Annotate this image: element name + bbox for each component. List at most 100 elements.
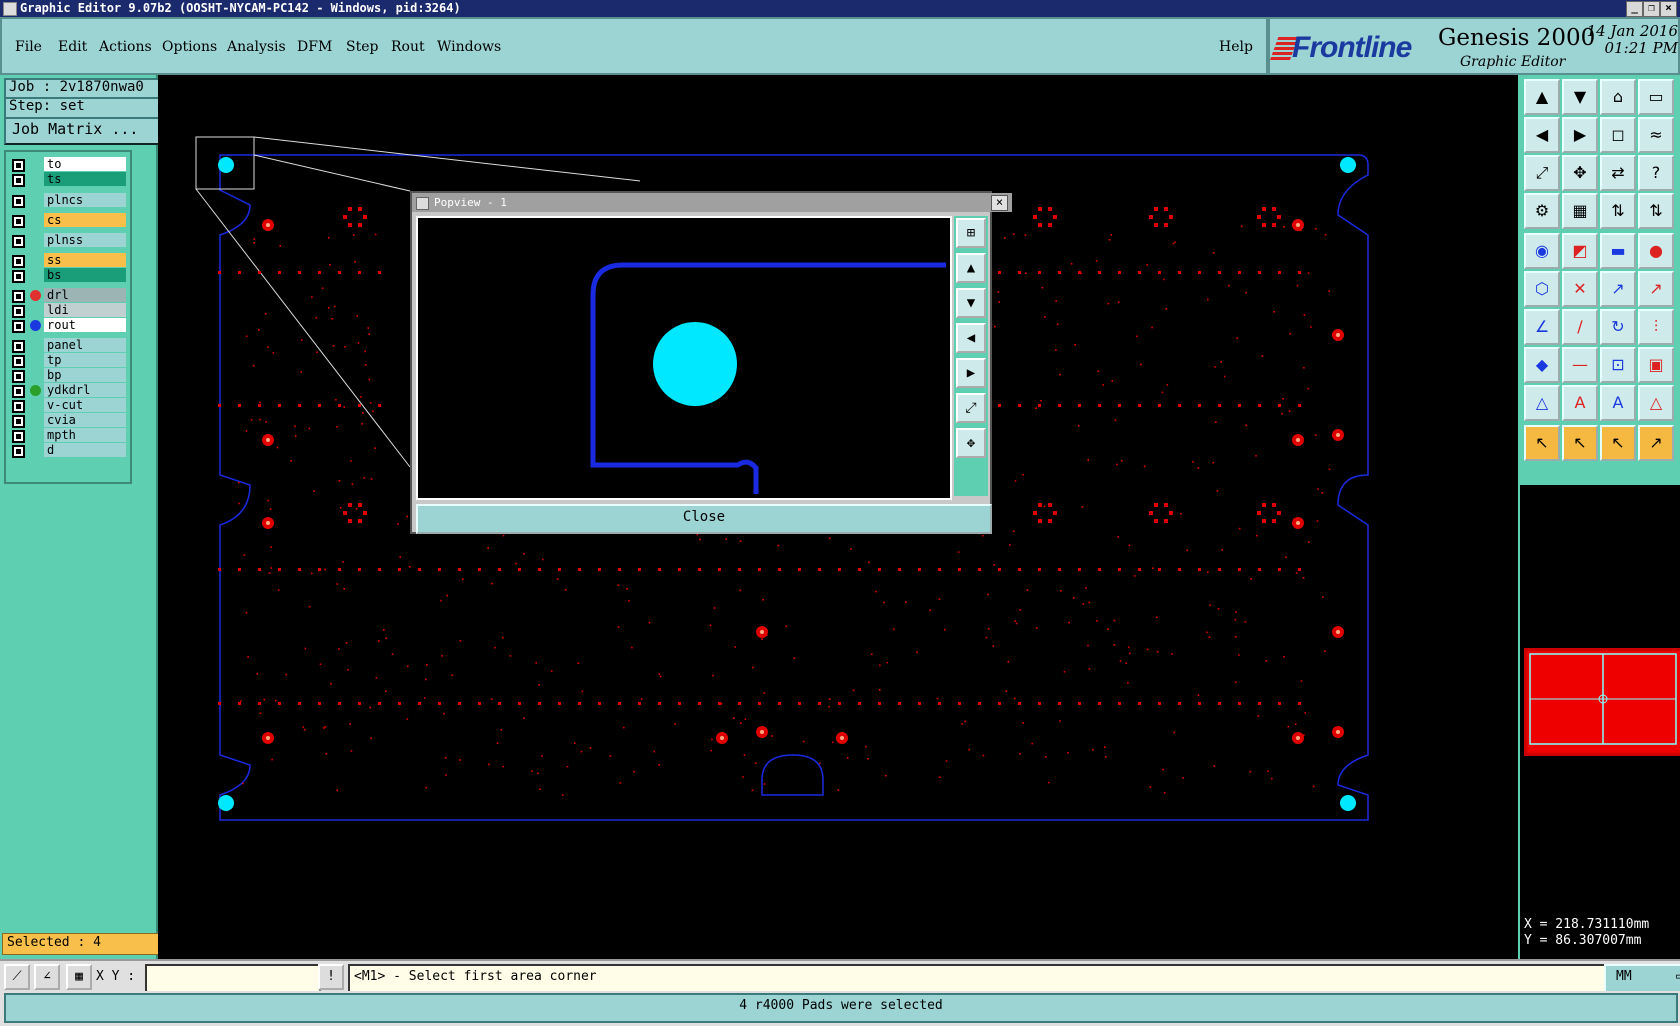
alert-icon[interactable]: ! bbox=[318, 964, 344, 990]
layer-row-plncs[interactable]: plncs bbox=[8, 193, 126, 208]
tool-button[interactable]: ↖ bbox=[1524, 425, 1560, 461]
tool-button[interactable]: ∠ bbox=[1524, 309, 1560, 345]
tool-button[interactable]: ⬡ bbox=[1524, 271, 1560, 307]
layer-checkbox[interactable] bbox=[12, 385, 25, 398]
menu-dfm[interactable]: DFM bbox=[297, 39, 332, 55]
tool-button[interactable]: ▶ bbox=[1562, 117, 1598, 153]
tool-button[interactable]: ▣ bbox=[1638, 347, 1674, 383]
tool-button[interactable]: ↗ bbox=[1600, 271, 1636, 307]
menu-edit[interactable]: Edit bbox=[58, 39, 87, 55]
units-select[interactable]: MM ▭ bbox=[1604, 964, 1680, 994]
layer-checkbox[interactable] bbox=[12, 355, 25, 368]
layer-checkbox[interactable] bbox=[12, 255, 25, 268]
pop-pan-up-icon[interactable]: ▲ bbox=[956, 253, 986, 283]
pop-zoom-icon[interactable]: ⊞ bbox=[956, 218, 986, 248]
layer-row-bs[interactable]: bs bbox=[8, 268, 126, 283]
layer-row-ts[interactable]: ts bbox=[8, 172, 126, 187]
tool-button[interactable]: △ bbox=[1638, 385, 1674, 421]
layer-row-mpth[interactable]: mpth bbox=[8, 428, 126, 443]
layer-row-cs[interactable]: cs bbox=[8, 213, 126, 228]
menu-rout[interactable]: Rout bbox=[391, 39, 425, 55]
tool-button[interactable]: ⤢ bbox=[1524, 155, 1560, 191]
layer-checkbox[interactable] bbox=[12, 340, 25, 353]
tool-button[interactable]: ▼ bbox=[1562, 79, 1598, 115]
menu-windows[interactable]: Windows bbox=[437, 39, 501, 55]
pop-fit-icon[interactable]: ✥ bbox=[956, 428, 986, 458]
tool-button[interactable]: △ bbox=[1524, 385, 1560, 421]
tool-button[interactable]: ◆ bbox=[1524, 347, 1560, 383]
tool-button[interactable]: ▲ bbox=[1524, 79, 1560, 115]
layer-checkbox[interactable] bbox=[12, 215, 25, 228]
pop-pan-right-icon[interactable]: ▶ bbox=[956, 358, 986, 388]
layer-checkbox[interactable] bbox=[12, 305, 25, 318]
tool-button[interactable]: ⫶ bbox=[1638, 309, 1674, 345]
menu-file[interactable]: File bbox=[15, 39, 42, 55]
restore-icon[interactable]: ❐ bbox=[1643, 1, 1660, 17]
layer-row-panel[interactable]: panel bbox=[8, 338, 126, 353]
tool-button[interactable]: ✕ bbox=[1562, 271, 1598, 307]
layer-row-rout[interactable]: rout bbox=[8, 318, 126, 333]
tool-button[interactable]: ✥ bbox=[1562, 155, 1598, 191]
tool-button[interactable]: ∕ bbox=[1562, 309, 1598, 345]
tool-button[interactable]: ↗ bbox=[1638, 271, 1674, 307]
pop-zoom-out-icon[interactable]: ⤢ bbox=[956, 393, 986, 423]
layer-checkbox[interactable] bbox=[12, 400, 25, 413]
layer-checkbox[interactable] bbox=[12, 430, 25, 443]
layer-checkbox[interactable] bbox=[12, 270, 25, 283]
tool-button[interactable]: A bbox=[1600, 385, 1636, 421]
tool-button[interactable]: — bbox=[1562, 347, 1598, 383]
tool-button[interactable]: ◩ bbox=[1562, 233, 1598, 269]
menu-step[interactable]: Step bbox=[346, 39, 378, 55]
job-matrix-button[interactable]: Job Matrix ... bbox=[4, 117, 163, 145]
tool-button[interactable]: ↗ bbox=[1638, 425, 1674, 461]
tool-button[interactable]: ● bbox=[1638, 233, 1674, 269]
popview-close-icon[interactable]: × bbox=[991, 195, 1008, 211]
layer-row-ss[interactable]: ss bbox=[8, 253, 126, 268]
close-window-icon[interactable]: × bbox=[1660, 1, 1677, 17]
overview-map[interactable] bbox=[1524, 648, 1680, 756]
tool-button[interactable]: ↻ bbox=[1600, 309, 1636, 345]
layer-checkbox[interactable] bbox=[12, 235, 25, 248]
layer-checkbox[interactable] bbox=[12, 445, 25, 458]
tool-button[interactable]: ⚙ bbox=[1524, 193, 1560, 229]
tool-button[interactable]: ↖ bbox=[1562, 425, 1598, 461]
measure-mode-icon[interactable]: ∠ bbox=[34, 964, 60, 990]
popview-display[interactable] bbox=[416, 216, 952, 500]
pop-pan-down-icon[interactable]: ▼ bbox=[956, 288, 986, 318]
menu-actions[interactable]: Actions bbox=[99, 39, 152, 55]
layer-row-plnss[interactable]: plnss bbox=[8, 233, 126, 248]
layer-row-tp[interactable]: tp bbox=[8, 353, 126, 368]
tool-button[interactable]: ⇅ bbox=[1638, 193, 1674, 229]
tool-button[interactable]: ⊡ bbox=[1600, 347, 1636, 383]
layer-checkbox[interactable] bbox=[12, 320, 25, 333]
pop-pan-left-icon[interactable]: ◀ bbox=[956, 323, 986, 353]
layer-row-bp[interactable]: bp bbox=[8, 368, 126, 383]
tool-button[interactable]: ▦ bbox=[1562, 193, 1598, 229]
tool-button[interactable]: ▭ bbox=[1638, 79, 1674, 115]
snap-mode-icon[interactable]: ⟋ bbox=[4, 964, 30, 990]
tool-button[interactable]: ≈ bbox=[1638, 117, 1674, 153]
layer-row-drl[interactable]: drl bbox=[8, 288, 126, 303]
layer-row-d[interactable]: d bbox=[8, 443, 126, 458]
xy-input[interactable] bbox=[145, 964, 321, 994]
layer-checkbox[interactable] bbox=[12, 370, 25, 383]
tool-button[interactable]: ◻ bbox=[1600, 117, 1636, 153]
popview-close-button[interactable]: Close bbox=[416, 504, 992, 534]
layer-checkbox[interactable] bbox=[12, 174, 25, 187]
layer-checkbox[interactable] bbox=[12, 290, 25, 303]
grid-mode-icon[interactable]: ▦ bbox=[66, 964, 92, 990]
tool-button[interactable]: ⇅ bbox=[1600, 193, 1636, 229]
menu-analysis[interactable]: Analysis bbox=[227, 39, 286, 55]
layer-checkbox[interactable] bbox=[12, 195, 25, 208]
tool-button[interactable]: ◉ bbox=[1524, 233, 1560, 269]
tool-button[interactable]: A bbox=[1562, 385, 1598, 421]
menu-options[interactable]: Options bbox=[162, 39, 217, 55]
tool-button[interactable]: ⇄ bbox=[1600, 155, 1636, 191]
tool-button[interactable]: ◀ bbox=[1524, 117, 1560, 153]
layer-row-v-cut[interactable]: v-cut bbox=[8, 398, 126, 413]
tool-button[interactable]: ? bbox=[1638, 155, 1674, 191]
layer-row-to[interactable]: to bbox=[8, 157, 126, 172]
popview-title-bar[interactable]: Popview - 1 × bbox=[412, 193, 1012, 212]
layer-row-ldi[interactable]: ldi bbox=[8, 303, 126, 318]
tool-button[interactable]: ▬ bbox=[1600, 233, 1636, 269]
